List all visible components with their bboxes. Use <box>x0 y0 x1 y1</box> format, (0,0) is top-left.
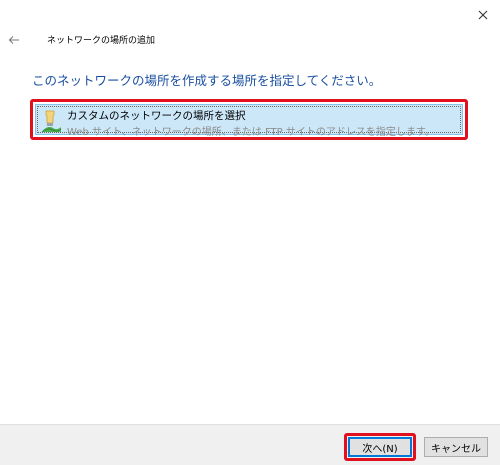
option-title: カスタムのネットワークの場所を選択 <box>67 110 246 122</box>
close-button[interactable] <box>472 4 494 26</box>
back-arrow-icon <box>8 36 19 44</box>
dialog-header: ネットワークの場所の追加 <box>0 30 500 50</box>
next-button-highlight-frame: 次へ(N) <box>344 433 416 461</box>
cancel-button[interactable]: キャンセル <box>424 437 488 457</box>
network-location-icon <box>41 110 62 133</box>
custom-network-location-option[interactable]: カスタムのネットワークの場所を選択 Web サイト、ネットワークの場所、または … <box>35 104 463 138</box>
back-button[interactable] <box>6 33 22 47</box>
option-highlight-frame: カスタムのネットワークの場所を選択 Web サイト、ネットワークの場所、または … <box>30 99 468 140</box>
dialog-footer: 次へ(N) キャンセル <box>0 424 500 465</box>
next-button[interactable]: 次へ(N) <box>348 437 412 457</box>
window-title: ネットワークの場所の追加 <box>47 36 156 46</box>
close-icon <box>478 10 488 20</box>
option-description: Web サイト、ネットワークの場所、または FTP サイトのアドレスを指定します… <box>67 127 435 138</box>
page-instruction: このネットワークの場所を作成する場所を指定してください。 <box>32 73 382 88</box>
